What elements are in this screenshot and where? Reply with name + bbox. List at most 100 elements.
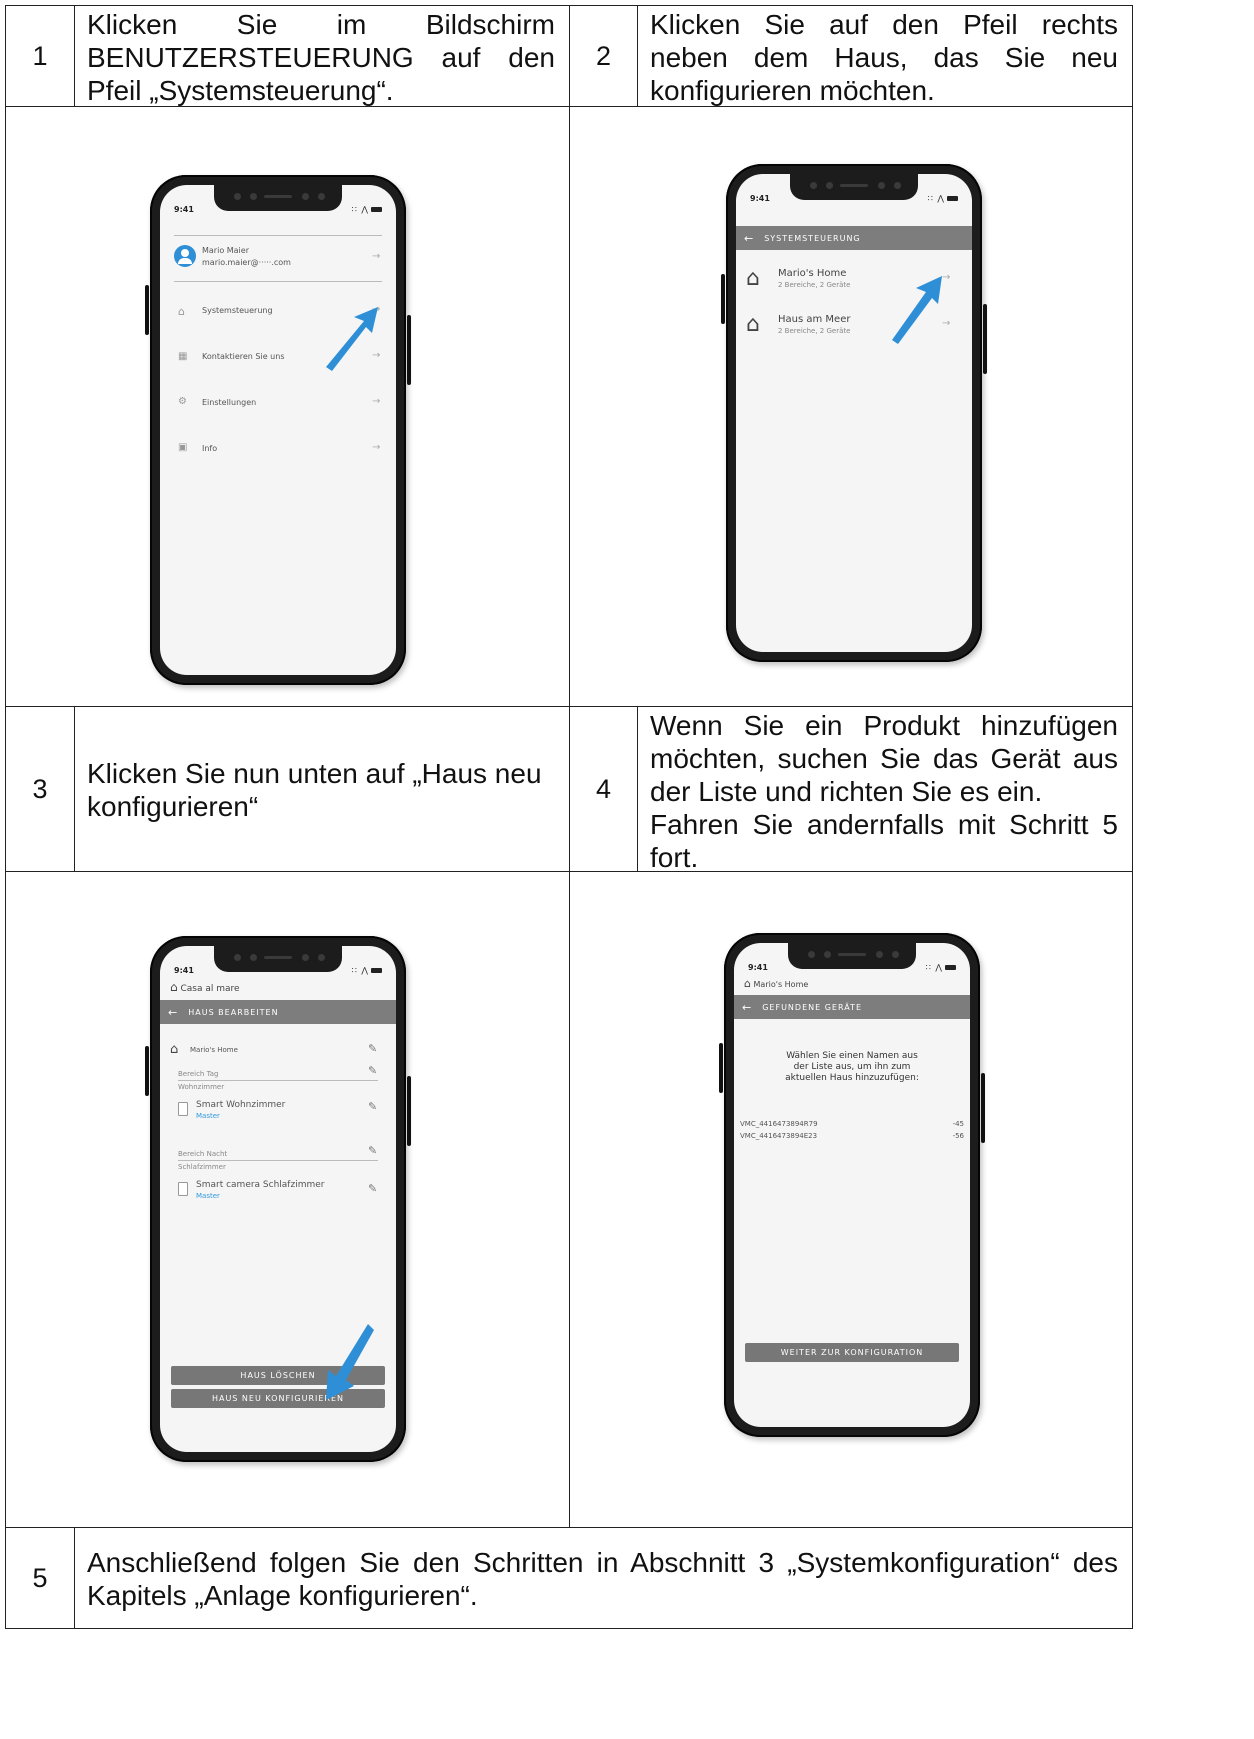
status-icons: ∷ ⋀ bbox=[352, 966, 382, 975]
user-name: Mario Maier bbox=[202, 246, 249, 255]
area-label: Bereich Nacht bbox=[178, 1150, 228, 1158]
edit-pencil-icon[interactable]: ✎ bbox=[368, 1182, 377, 1195]
header-bar: ← SYSTEMSTEUERUNG bbox=[736, 226, 972, 250]
signal-wifi-icon: ∷ ⋀ bbox=[925, 963, 943, 972]
step-1-line: Pfeil „Systemsteuerung“. bbox=[87, 75, 394, 106]
home-name: Mario's Home bbox=[190, 1046, 238, 1054]
phone-mockup: 9:41 ∷ ⋀ ⌂ Mario's Home ← GEFUNDENE GERÄ… bbox=[719, 933, 985, 1437]
step-4-text: Wenn Sie ein Produkt hinzufügen möchten,… bbox=[637, 706, 1133, 873]
device-signal: -45 bbox=[952, 1120, 964, 1128]
back-arrow-icon[interactable]: ← bbox=[742, 1001, 752, 1014]
header-bar: ← GEFUNDENE GERÄTE bbox=[734, 995, 970, 1019]
current-house-label: Casa al mare bbox=[180, 984, 240, 994]
step-5-number: 5 bbox=[5, 1527, 75, 1629]
door-icon bbox=[178, 1182, 188, 1196]
menu-item-info[interactable]: ▣ Info → bbox=[174, 441, 384, 461]
device-signal: -56 bbox=[952, 1132, 964, 1140]
clock: 9:41 bbox=[748, 963, 768, 972]
device-name: Smart Wohnzimmer bbox=[196, 1100, 286, 1110]
menu-item-einstellungen[interactable]: ⚙ Einstellungen → bbox=[174, 395, 384, 415]
menu-label: Info bbox=[202, 444, 218, 453]
device-list-item[interactable]: VMC_4416473894E23 -56 bbox=[740, 1132, 964, 1144]
step-1-number: 1 bbox=[5, 5, 75, 107]
status-icons: ∷ ⋀ bbox=[926, 963, 956, 972]
step-3-number: 3 bbox=[5, 706, 75, 872]
step-4-line: Wenn Sie ein Produkt hinzufügen bbox=[650, 710, 1118, 741]
step-5-line: Anschließend folgen Sie den Schritten in… bbox=[87, 1547, 1118, 1578]
signal-wifi-icon: ∷ ⋀ bbox=[351, 205, 369, 214]
battery-icon bbox=[371, 207, 382, 212]
step-2-number: 2 bbox=[569, 5, 638, 107]
step-4-line: fort. bbox=[650, 842, 699, 873]
callout-arrow-icon bbox=[892, 276, 942, 344]
house-name: Mario's Home bbox=[778, 268, 847, 279]
phone-mockup: 9:41 ∷ ⋀ ⌂ Casa al mare ← HAUS BEARBEITE… bbox=[145, 936, 411, 1462]
status-icons: ∷ ⋀ bbox=[928, 194, 958, 203]
arrow-right-icon[interactable]: → bbox=[372, 396, 380, 407]
phone-screen: 9:41 ∷ ⋀ ← SYSTEMSTEUERUNG ⌂ Mario's Hom… bbox=[736, 174, 972, 652]
step-4-line: der Liste und richten Sie es ein. bbox=[650, 776, 1043, 807]
continue-configuration-button[interactable]: WEITER ZUR KONFIGURATION bbox=[745, 1343, 959, 1362]
arrow-right-icon[interactable]: → bbox=[372, 251, 380, 262]
menu-label: Einstellungen bbox=[202, 398, 257, 407]
step-3-line: konfigurieren“ bbox=[87, 791, 259, 822]
divider bbox=[174, 281, 382, 282]
edit-pencil-icon[interactable]: ✎ bbox=[368, 1042, 377, 1055]
home-row: ⌂ Mario's Home ✎ bbox=[170, 1042, 386, 1062]
image-cell-2: 9:41 ∷ ⋀ ← SYSTEMSTEUERUNG ⌂ Mario's Hom… bbox=[569, 106, 1133, 707]
divider bbox=[174, 235, 382, 236]
area-label: Bereich Tag bbox=[178, 1070, 219, 1078]
phone-mockup: 9:41 ∷ ⋀ ← SYSTEMSTEUERUNG ⌂ Mario's Hom… bbox=[721, 164, 987, 662]
header-title: HAUS BEARBEITEN bbox=[188, 1007, 279, 1017]
step-2-line: konfigurieren möchten. bbox=[650, 75, 935, 106]
step-1-line: Klicken Sie im Bildschirm bbox=[87, 9, 555, 40]
edit-pencil-icon[interactable]: ✎ bbox=[368, 1100, 377, 1113]
edit-pencil-icon[interactable]: ✎ bbox=[368, 1144, 377, 1157]
arrow-right-icon[interactable]: → bbox=[372, 442, 380, 453]
battery-icon bbox=[371, 968, 382, 973]
house-name: Haus am Meer bbox=[778, 314, 851, 325]
info-device-icon: ▣ bbox=[178, 442, 188, 453]
callout-arrow-icon bbox=[326, 1324, 374, 1400]
step-3-text: Klicken Sie nun unten auf „Haus neu konf… bbox=[74, 706, 570, 872]
house-meta: 2 Bereiche, 2 Geräte bbox=[778, 327, 851, 335]
device-id: VMC_4416473894R79 bbox=[740, 1120, 818, 1128]
house-outline-icon: ⌂ bbox=[170, 1042, 179, 1057]
divider bbox=[178, 1080, 378, 1081]
user-profile-row[interactable]: Mario Maier mario.maier@·····.com → bbox=[174, 243, 384, 275]
house-outline-icon: ⌂ bbox=[746, 266, 760, 291]
device-name: Smart camera Schlafzimmer bbox=[196, 1180, 325, 1190]
device-row[interactable]: Smart Wohnzimmer Master ✎ bbox=[178, 1098, 388, 1124]
signal-wifi-icon: ∷ ⋀ bbox=[351, 966, 369, 975]
battery-icon bbox=[945, 965, 956, 970]
device-list-item[interactable]: VMC_4416473894R79 -45 bbox=[740, 1120, 964, 1132]
step-1-line: BENUTZERSTEUERUNG auf den bbox=[87, 42, 555, 73]
house-outline-icon: ⌂ bbox=[746, 312, 760, 337]
house-meta: 2 Bereiche, 2 Geräte bbox=[778, 281, 851, 289]
image-cell-3: 9:41 ∷ ⋀ ⌂ Casa al mare ← HAUS BEARBEITE… bbox=[5, 871, 570, 1528]
step-4-number: 4 bbox=[569, 706, 638, 872]
phone-notch bbox=[788, 943, 916, 969]
header-title: SYSTEMSTEUERUNG bbox=[764, 233, 861, 243]
user-email: mario.maier@·····.com bbox=[202, 258, 291, 267]
device-row[interactable]: Smart camera Schlafzimmer Master ✎ bbox=[178, 1178, 388, 1204]
back-arrow-icon[interactable]: ← bbox=[168, 1006, 178, 1019]
current-house-label: Mario's Home bbox=[753, 980, 809, 989]
step-5-line: Kapitels „Anlage konfigurieren“. bbox=[87, 1580, 478, 1611]
menu-label: Systemsteuerung bbox=[202, 306, 273, 315]
qr-contact-icon: ▦ bbox=[178, 351, 188, 362]
phone-screen: 9:41 ∷ ⋀ Mario Maier mario.maier@·····.c… bbox=[160, 185, 396, 675]
step-1-text: Klicken Sie im Bildschirm BENUTZERSTEUER… bbox=[74, 5, 570, 107]
back-arrow-icon[interactable]: ← bbox=[744, 232, 754, 245]
phone-notch bbox=[214, 185, 342, 211]
door-icon bbox=[178, 1102, 188, 1116]
clock: 9:41 bbox=[174, 966, 194, 975]
prompt-line: Wählen Sie einen Namen aus bbox=[786, 1051, 918, 1061]
step-5-text: Anschließend folgen Sie den Schritten in… bbox=[74, 1527, 1133, 1629]
step-3-line: Klicken Sie nun unten auf „Haus neu bbox=[87, 758, 542, 789]
current-house: ⌂ Casa al mare bbox=[170, 980, 240, 994]
prompt-line: aktuellen Haus hinzuzufügen: bbox=[785, 1073, 919, 1083]
house-settings-icon: ⌂ bbox=[178, 305, 185, 318]
edit-pencil-icon[interactable]: ✎ bbox=[368, 1064, 377, 1077]
phone-notch bbox=[214, 946, 342, 972]
